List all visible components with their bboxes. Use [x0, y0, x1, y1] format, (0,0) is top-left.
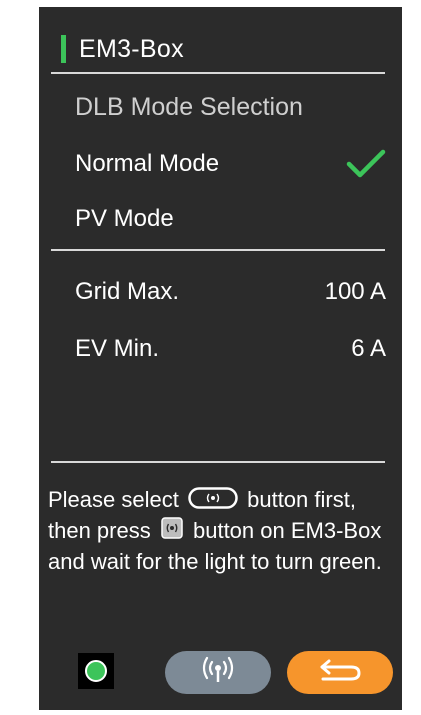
checkmark-icon — [346, 149, 386, 179]
page-header: EM3-Box — [61, 34, 184, 64]
title-accent-bar — [61, 35, 66, 63]
wireless-pair-button[interactable] — [165, 651, 271, 694]
return-arrow-icon — [317, 657, 363, 688]
connection-status-indicator — [78, 653, 114, 689]
mode-option-normal[interactable]: Normal Mode — [75, 149, 386, 179]
wireless-button-icon — [188, 486, 238, 516]
settings-panel: EM3-Box DLB Mode Selection Normal Mode P… — [39, 7, 402, 710]
dlb-mode-heading: DLB Mode Selection — [75, 93, 386, 122]
page-title: EM3-Box — [79, 34, 184, 63]
settings-divider — [51, 461, 385, 463]
mode-option-label: PV Mode — [75, 205, 174, 232]
status-dot-icon — [85, 660, 107, 682]
modes-divider — [51, 249, 385, 251]
setting-value: 6 A — [351, 335, 386, 362]
setting-label: EV Min. — [75, 335, 160, 362]
mode-option-label: Normal Mode — [75, 150, 220, 177]
pairing-instructions: Please select button first, then press b… — [48, 485, 398, 576]
dlb-mode-heading-label: DLB Mode Selection — [75, 93, 303, 121]
wireless-signal-icon — [200, 656, 236, 689]
hint-text-1: Please select — [48, 487, 179, 512]
em3-box-pairing-button-icon — [160, 516, 184, 547]
setting-label: Grid Max. — [75, 278, 180, 305]
header-divider — [51, 72, 385, 74]
setting-value: 100 A — [324, 278, 386, 305]
setting-row-grid-max[interactable]: Grid Max. 100 A — [75, 278, 386, 306]
setting-row-ev-min[interactable]: EV Min. 6 A — [75, 335, 386, 363]
back-button[interactable] — [287, 651, 393, 694]
mode-option-pv[interactable]: PV Mode — [75, 205, 386, 233]
